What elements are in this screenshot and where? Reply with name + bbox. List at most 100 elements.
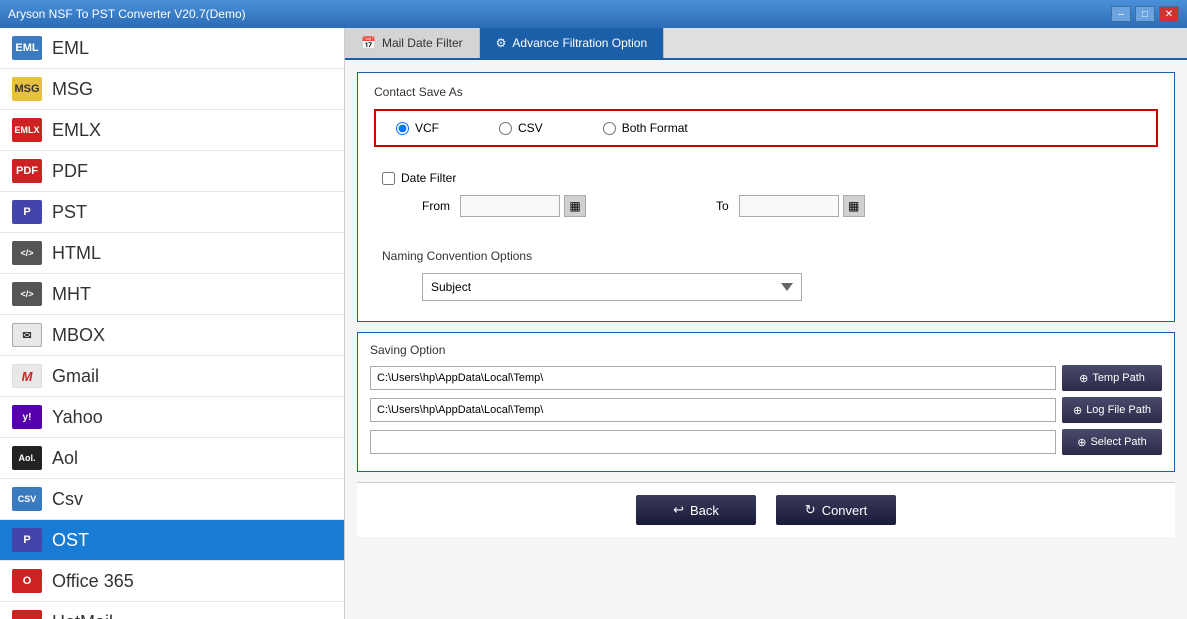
sidebar-item-gmail[interactable]: M Gmail	[0, 356, 344, 397]
sidebar-item-yahoo[interactable]: y! Yahoo	[0, 397, 344, 438]
aol-icon: Aol.	[12, 446, 42, 470]
pdf-icon: PDF	[12, 159, 42, 183]
sidebar-item-emlx[interactable]: EMLX EMLX	[0, 110, 344, 151]
close-button[interactable]: ✕	[1159, 6, 1179, 22]
sidebar-label-aol: Aol	[52, 448, 78, 469]
temp-path-row: C:\Users\hp\AppData\Local\Temp\ ⊕ Temp P…	[370, 365, 1162, 391]
content-area: 📅 Mail Date Filter ⚙ Advance Filtration …	[345, 28, 1187, 619]
date-filter-checkbox[interactable]	[382, 172, 395, 185]
temp-path-icon: ⊕	[1079, 372, 1088, 385]
back-icon: ↩	[673, 502, 684, 518]
log-file-path-row: C:\Users\hp\AppData\Local\Temp\ ⊕ Log Fi…	[370, 397, 1162, 423]
hotmail-icon: ✉	[12, 610, 42, 619]
csv-option[interactable]: CSV	[499, 121, 543, 135]
sidebar-label-pst: PST	[52, 202, 87, 223]
from-calendar-button[interactable]: ▦	[564, 195, 586, 217]
contact-save-as-label: Contact Save As	[374, 85, 1158, 99]
both-format-radio[interactable]	[603, 122, 616, 135]
msg-icon: MSG	[12, 77, 42, 101]
html-icon: </>	[12, 241, 42, 265]
vcf-option[interactable]: VCF	[396, 121, 439, 135]
select-path-input[interactable]	[370, 430, 1056, 454]
sidebar-item-mbox[interactable]: ✉ MBOX	[0, 315, 344, 356]
sidebar-label-emlx: EMLX	[52, 120, 101, 141]
ost-icon: P	[12, 528, 42, 552]
log-file-path-input[interactable]: C:\Users\hp\AppData\Local\Temp\	[370, 398, 1056, 422]
tab-mail-date-filter-label: Mail Date Filter	[382, 36, 463, 50]
sidebar-label-html: HTML	[52, 243, 101, 264]
convert-button[interactable]: ↻ Convert	[776, 495, 896, 525]
sidebar-item-eml[interactable]: EML EML	[0, 28, 344, 69]
back-button[interactable]: ↩ Back	[636, 495, 756, 525]
back-label: Back	[690, 503, 719, 518]
sidebar-item-mht[interactable]: </> MHT	[0, 274, 344, 315]
naming-convention-label: Naming Convention Options	[382, 249, 1150, 263]
main-container: EML EML MSG MSG EMLX EMLX PDF PDF P PST …	[0, 28, 1187, 619]
sidebar-item-pdf[interactable]: PDF PDF	[0, 151, 344, 192]
select-path-button[interactable]: ⊕ Select Path	[1062, 429, 1162, 455]
bottom-bar: ↩ Back ↻ Convert	[357, 482, 1175, 537]
title-text: Aryson NSF To PST Converter V20.7(Demo)	[8, 7, 246, 21]
sidebar-label-gmail: Gmail	[52, 366, 99, 387]
sidebar-label-hotmail: HotMail	[52, 612, 113, 619]
mail-date-filter-icon: 📅	[361, 36, 376, 50]
minimize-button[interactable]: –	[1111, 6, 1131, 22]
to-label: To	[716, 199, 729, 213]
log-file-path-icon: ⊕	[1073, 404, 1082, 417]
temp-path-button[interactable]: ⊕ Temp Path	[1062, 365, 1162, 391]
temp-path-input[interactable]: C:\Users\hp\AppData\Local\Temp\	[370, 366, 1056, 390]
date-filter-row: Date Filter	[382, 171, 1150, 185]
date-filter-label: Date Filter	[401, 171, 456, 185]
tab-bar: 📅 Mail Date Filter ⚙ Advance Filtration …	[345, 28, 1187, 60]
sidebar-label-msg: MSG	[52, 79, 93, 100]
to-date-group: ▦	[739, 195, 865, 217]
emlx-icon: EMLX	[12, 118, 42, 142]
sidebar-item-office365[interactable]: O Office 365	[0, 561, 344, 602]
mbox-icon: ✉	[12, 323, 42, 347]
csv-icon: CSV	[12, 487, 42, 511]
sidebar: EML EML MSG MSG EMLX EMLX PDF PDF P PST …	[0, 28, 345, 619]
vcf-radio[interactable]	[396, 122, 409, 135]
tab-mail-date-filter[interactable]: 📅 Mail Date Filter	[345, 28, 480, 58]
sidebar-item-ost[interactable]: P OST	[0, 520, 344, 561]
sidebar-item-aol[interactable]: Aol. Aol	[0, 438, 344, 479]
sidebar-item-html[interactable]: </> HTML	[0, 233, 344, 274]
tab-advance-filtration-label: Advance Filtration Option	[512, 36, 647, 50]
both-format-option[interactable]: Both Format	[603, 121, 688, 135]
saving-option-section: Saving Option C:\Users\hp\AppData\Local\…	[357, 332, 1175, 472]
sidebar-label-yahoo: Yahoo	[52, 407, 103, 428]
sidebar-item-csv[interactable]: CSV Csv	[0, 479, 344, 520]
vcf-label: VCF	[415, 121, 439, 135]
sidebar-item-hotmail[interactable]: ✉ HotMail	[0, 602, 344, 619]
contact-save-options: VCF CSV Both Format	[374, 109, 1158, 147]
log-file-path-button[interactable]: ⊕ Log File Path	[1062, 397, 1162, 423]
csv-radio[interactable]	[499, 122, 512, 135]
tab-advance-filtration[interactable]: ⚙ Advance Filtration Option	[480, 28, 665, 58]
log-file-path-label: Log File Path	[1086, 404, 1151, 416]
maximize-button[interactable]: □	[1135, 6, 1155, 22]
sidebar-label-office365: Office 365	[52, 571, 134, 592]
yahoo-icon: y!	[12, 405, 42, 429]
sidebar-label-ost: OST	[52, 530, 89, 551]
gmail-icon: M	[12, 364, 42, 388]
sidebar-label-mht: MHT	[52, 284, 91, 305]
main-panel: Contact Save As VCF CSV Both Format	[345, 60, 1187, 619]
convert-icon: ↻	[805, 502, 816, 518]
office365-icon: O	[12, 569, 42, 593]
csv-label: CSV	[518, 121, 543, 135]
to-calendar-button[interactable]: ▦	[843, 195, 865, 217]
sidebar-item-msg[interactable]: MSG MSG	[0, 69, 344, 110]
select-path-row: ⊕ Select Path	[370, 429, 1162, 455]
sidebar-label-pdf: PDF	[52, 161, 88, 182]
temp-path-label: Temp Path	[1092, 372, 1145, 384]
convert-label: Convert	[822, 503, 868, 518]
to-date-input[interactable]	[739, 195, 839, 217]
saving-option-label: Saving Option	[370, 343, 1162, 357]
from-date-input[interactable]	[460, 195, 560, 217]
pst-icon: P	[12, 200, 42, 224]
from-date-group: ▦	[460, 195, 586, 217]
sidebar-item-pst[interactable]: P PST	[0, 192, 344, 233]
naming-convention-select[interactable]: Subject Date From To	[422, 273, 802, 301]
title-bar: Aryson NSF To PST Converter V20.7(Demo) …	[0, 0, 1187, 28]
select-path-label: Select Path	[1090, 436, 1146, 448]
